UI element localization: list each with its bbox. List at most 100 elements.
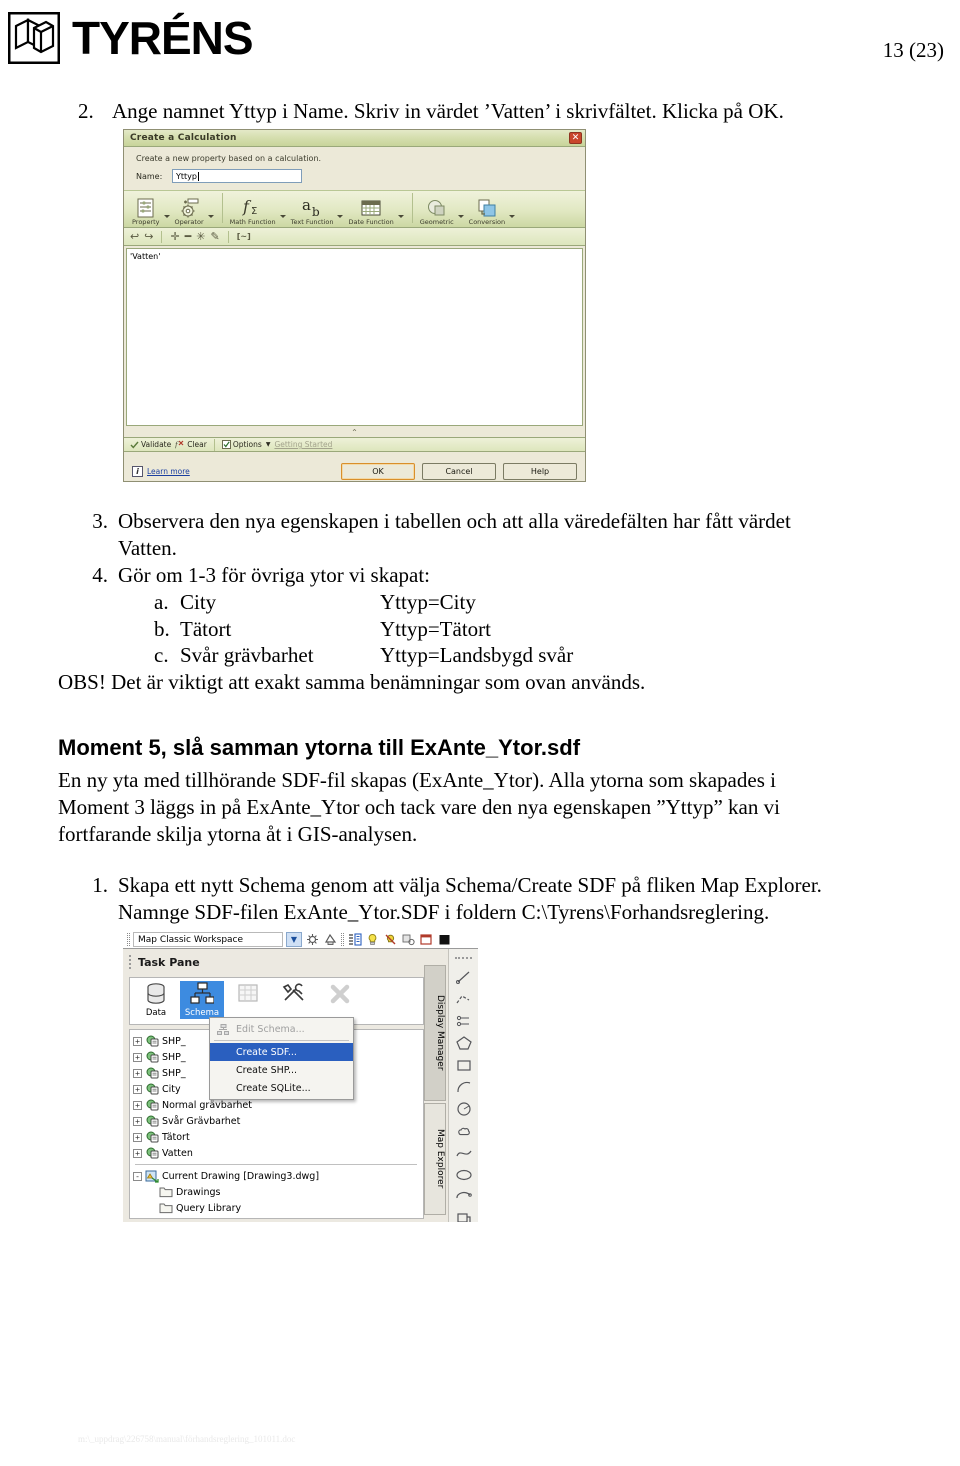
geometric-button[interactable]: Geometric <box>418 197 456 226</box>
tab-display-manager[interactable]: Display Manager <box>424 965 446 1101</box>
undo-icon[interactable]: ↩ <box>130 231 139 242</box>
lightbulb-off-icon[interactable] <box>383 932 398 947</box>
expander-icon[interactable]: + <box>133 1100 142 1110</box>
multiply-star-icon[interactable]: ✳ <box>196 231 205 242</box>
text-function-button[interactable]: ab Text Function <box>289 197 336 226</box>
polyline-icon[interactable] <box>449 988 478 1010</box>
folder-icon <box>159 1202 173 1215</box>
spline-points-icon[interactable] <box>449 1010 478 1032</box>
cancel-button[interactable]: Cancel <box>422 462 496 480</box>
svg-text:Σ: Σ <box>251 206 257 217</box>
tab-close[interactable] <box>318 981 362 1009</box>
property-button[interactable]: Property <box>130 197 162 226</box>
color-swatch-icon[interactable] <box>437 932 452 947</box>
workspace-chevron-down-icon[interactable]: ▼ <box>286 932 302 947</box>
validate-button[interactable]: Validate <box>130 440 171 449</box>
spline-icon[interactable] <box>449 1142 478 1164</box>
name-input[interactable]: Yttyp <box>172 169 302 183</box>
plus-icon[interactable]: ✛ <box>170 231 179 242</box>
divide-pencil-icon[interactable]: ✎ <box>211 231 220 242</box>
menu-item-edit-schema[interactable]: Edit Schema... <box>210 1020 353 1038</box>
moment-5-step-1-line-2: Namnge SDF-filen ExAnte_Ytor.SDF i folde… <box>118 899 770 924</box>
minus-icon[interactable]: ━ <box>185 231 192 242</box>
window-icon[interactable] <box>419 932 434 947</box>
document-footer-path: m:\_uppdrag\226758\manual\förhandsregler… <box>78 1434 296 1444</box>
expander-icon[interactable]: + <box>133 1148 142 1158</box>
workspace-settings-icon[interactable] <box>305 932 320 947</box>
rectangle-icon[interactable] <box>449 1054 478 1076</box>
lightbulb-icon[interactable] <box>365 932 380 947</box>
collapse-chevron-up-icon[interactable]: ⌃ <box>124 428 585 437</box>
brackets-icon[interactable]: [~] <box>237 231 251 242</box>
ellipse-icon[interactable] <box>449 1164 478 1186</box>
close-icon[interactable]: ✕ <box>569 132 582 144</box>
task-pane-grip[interactable] <box>129 955 133 969</box>
tree-row[interactable]: Query Library <box>133 1200 423 1216</box>
tree-row[interactable]: + Svår Grävbarhet <box>133 1113 423 1129</box>
geometric-chevron-down-icon[interactable] <box>457 215 464 218</box>
ok-button[interactable]: OK <box>341 462 415 480</box>
toolbar-grip[interactable] <box>127 933 130 946</box>
math-function-button[interactable]: fΣ Math Function <box>228 197 278 226</box>
arc-icon[interactable] <box>449 1076 478 1098</box>
toolbar-grip-2[interactable] <box>341 933 344 946</box>
polygon-icon[interactable] <box>449 1032 478 1054</box>
options-chevron-down-icon[interactable]: ▼ <box>266 441 271 448</box>
tree-row[interactable]: - Current Drawing [Drawing3.dwg] <box>133 1168 423 1184</box>
expander-icon[interactable]: - <box>133 1171 142 1181</box>
panel-toggle-icon[interactable] <box>347 932 362 947</box>
tree-row[interactable]: Drawings <box>133 1184 423 1200</box>
workspace-select[interactable]: Map Classic Workspace <box>133 932 283 947</box>
expander-icon[interactable]: + <box>133 1068 142 1078</box>
menu-item-create-sqlite[interactable]: Create SQLite... <box>210 1079 353 1097</box>
tree-row-label: Drawings <box>176 1186 221 1198</box>
line-icon[interactable] <box>449 966 478 988</box>
date-function-chevron-down-icon[interactable] <box>397 215 404 218</box>
conversion-button[interactable]: Conversion <box>467 197 507 226</box>
tab-data-label: Data <box>145 1008 167 1018</box>
expander-icon[interactable]: + <box>133 1052 142 1062</box>
expander-icon[interactable]: + <box>133 1084 142 1094</box>
options-button[interactable]: Options ▼ <box>221 440 271 449</box>
clear-button[interactable]: ƒ Clear <box>175 440 207 449</box>
substep-c: c. Svår grävbarhet Yttyp=Landsbygd svår <box>118 642 958 669</box>
tab-data[interactable]: Data <box>134 981 178 1019</box>
ellipse-arc-icon[interactable] <box>449 1186 478 1208</box>
conversion-chevron-down-icon[interactable] <box>509 215 516 218</box>
text-function-chevron-down-icon[interactable] <box>337 215 344 218</box>
tab-schema[interactable]: Schema <box>180 981 224 1019</box>
expression-editor[interactable]: 'Vatten' <box>126 248 583 426</box>
draw-toolbar-grip[interactable] <box>455 957 472 962</box>
layer-props-icon[interactable] <box>401 932 416 947</box>
tab-tools[interactable] <box>272 981 316 1009</box>
operator-gear-icon <box>179 197 200 218</box>
step-3-line-1: Observera den nya egenskapen i tabellen … <box>118 509 791 533</box>
tab-map-explorer[interactable]: Map Explorer <box>424 1103 446 1215</box>
tab-table[interactable] <box>226 981 270 1009</box>
property-label: Property <box>132 218 160 226</box>
cloud-revision-icon[interactable] <box>449 1120 478 1142</box>
redo-icon[interactable]: ↪ <box>144 231 153 242</box>
workspace-switch-icon[interactable] <box>323 932 338 947</box>
learn-more-link[interactable]: Learn more <box>147 467 190 476</box>
tree-row[interactable]: + Vatten <box>133 1145 423 1161</box>
date-function-button[interactable]: Date Function <box>346 197 395 226</box>
getting-started-link[interactable]: Getting Started <box>274 440 332 449</box>
tree-row[interactable]: + Tätort <box>133 1129 423 1145</box>
help-button[interactable]: Help <box>503 462 577 480</box>
menu-item-create-sdf[interactable]: Create SDF... <box>210 1043 353 1061</box>
circle-icon[interactable] <box>449 1098 478 1120</box>
expander-icon[interactable]: + <box>133 1132 142 1142</box>
insert-block-icon[interactable] <box>449 1208 478 1222</box>
dialog-subtitle: Create a new property based on a calcula… <box>136 154 322 163</box>
menu-item-create-shp[interactable]: Create SHP... <box>210 1061 353 1079</box>
math-function-chevron-down-icon[interactable] <box>279 215 286 218</box>
operator-chevron-down-icon[interactable] <box>207 215 214 218</box>
expander-icon[interactable]: + <box>133 1116 142 1126</box>
substep-c-name: Svår grävbarhet <box>180 643 314 668</box>
expander-icon[interactable]: + <box>133 1036 142 1046</box>
feature-source-icon <box>145 1099 159 1112</box>
property-chevron-down-icon[interactable] <box>163 215 170 218</box>
operator-button[interactable]: Operator <box>173 197 206 226</box>
status-divider <box>213 438 215 451</box>
